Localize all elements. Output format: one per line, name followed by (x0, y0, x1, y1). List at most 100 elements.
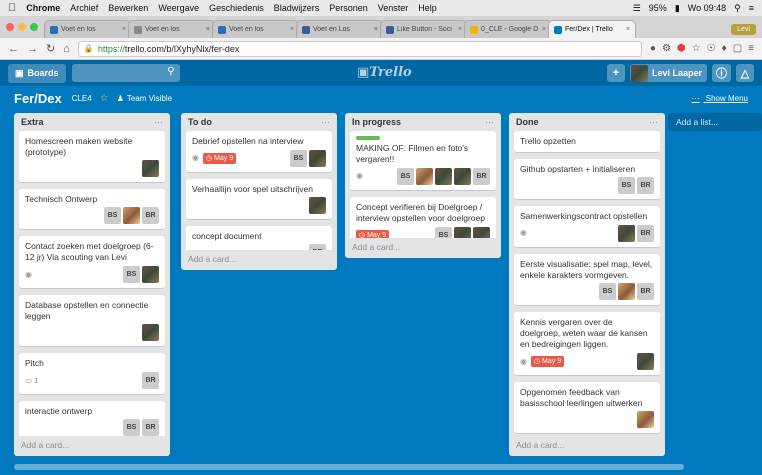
card[interactable]: concept document BR (186, 226, 332, 250)
member-initials[interactable]: BS (618, 177, 635, 195)
card[interactable]: Samenwerkingscontract opstellen ◉ BR (514, 206, 660, 249)
member-initials[interactable]: BR (142, 207, 159, 225)
close-window-button[interactable] (6, 23, 14, 31)
battery-icon[interactable]: ▮ (675, 3, 680, 14)
minimize-window-button[interactable] (18, 23, 26, 31)
boards-button[interactable]: ▣ Boards (8, 63, 66, 83)
close-tab-icon[interactable]: × (626, 26, 630, 33)
member-initials[interactable]: BR (142, 419, 159, 436)
show-menu-link[interactable]: ··· Show Menu (692, 94, 748, 103)
info-icon[interactable]: ⓘ (712, 64, 731, 82)
add-button[interactable]: + (606, 64, 625, 82)
browser-tab[interactable]: 0_CLE - Google D × (464, 20, 552, 38)
card[interactable]: Homescreen maken website (prototype) (19, 131, 165, 184)
card[interactable]: Opgenomen feedback van basisschool leerl… (514, 382, 660, 435)
card[interactable]: Database opstellen en connectie leggen (19, 295, 165, 348)
settings-icon[interactable]: ⚙ (662, 43, 671, 54)
list-title[interactable]: In progress (352, 117, 401, 127)
member-avatar[interactable] (123, 207, 140, 225)
member-avatar[interactable] (142, 324, 159, 342)
chrome-profile-button[interactable]: Levi (731, 24, 756, 35)
card[interactable]: Pitch ▭ 1 BR (19, 353, 165, 396)
add-card-button[interactable]: Add a card... (509, 436, 665, 456)
close-tab-icon[interactable]: × (122, 26, 126, 33)
menu-item[interactable]: Geschiedenis (209, 3, 264, 13)
member-initials[interactable]: BS (290, 150, 307, 168)
member-initials[interactable]: BS (397, 168, 414, 186)
horizontal-scrollbar[interactable] (0, 460, 762, 475)
close-tab-icon[interactable]: × (206, 26, 210, 33)
add-card-button[interactable]: Add a card... (14, 436, 170, 456)
member-avatar[interactable] (473, 227, 490, 238)
extension-icon[interactable]: ▢ (733, 43, 742, 54)
home-icon[interactable]: ⌂ (63, 43, 70, 55)
clock[interactable]: Wo 09:48 (688, 3, 726, 13)
back-arrow-icon[interactable]: ← (8, 43, 19, 55)
zoom-window-button[interactable] (30, 23, 38, 31)
list-menu-icon[interactable]: ··· (154, 117, 163, 127)
menu-item[interactable]: Personen (329, 3, 368, 13)
list-title[interactable]: Done (516, 117, 539, 127)
user-menu[interactable]: Levi Laaper (629, 64, 707, 82)
trello-logo[interactable]: ▣Trello (357, 65, 412, 80)
extension-icon[interactable]: ♦ (722, 43, 727, 54)
chrome-menu-icon[interactable]: ≡ (748, 43, 754, 54)
card[interactable]: interactie ontwerp BS BR (19, 401, 165, 436)
menu-item[interactable]: Weergave (158, 3, 199, 13)
browser-tab[interactable]: Voet en los × (44, 20, 132, 38)
scrollbar-thumb[interactable] (14, 464, 684, 470)
browser-tab[interactable]: Fer/Dex | Trello × (548, 20, 636, 38)
card[interactable]: Eerste visualisatie: spel map, level, en… (514, 254, 660, 307)
member-initials[interactable]: BS (435, 227, 452, 238)
member-avatar[interactable] (309, 150, 326, 168)
list-menu-icon[interactable]: ··· (321, 117, 330, 127)
spotlight-search-icon[interactable]: ⚲ (734, 3, 741, 14)
member-avatar[interactable] (142, 160, 159, 178)
adblock-icon[interactable]: ⬢ (677, 43, 686, 54)
member-avatar[interactable] (309, 197, 326, 215)
card[interactable]: Trello opzetten (514, 131, 660, 154)
menu-item[interactable]: Venster (378, 3, 409, 13)
close-tab-icon[interactable]: × (374, 26, 378, 33)
wifi-icon[interactable]: ☰ (633, 3, 641, 14)
member-initials[interactable]: BR (637, 283, 654, 301)
browser-tab[interactable]: Like Button - Soci × (380, 20, 468, 38)
close-tab-icon[interactable]: × (542, 26, 546, 33)
member-avatar[interactable] (637, 411, 654, 429)
browser-tab[interactable]: Voet en los × (128, 20, 216, 38)
menu-item[interactable]: Bewerken (108, 3, 148, 13)
visibility-button[interactable]: ♟ Team Visible (117, 94, 172, 103)
search-input[interactable]: ⚲ (71, 64, 180, 82)
menu-item[interactable]: Bladwijzers (274, 3, 320, 13)
member-avatar[interactable] (637, 353, 654, 371)
member-avatar[interactable] (416, 168, 433, 186)
board-team[interactable]: CLE4 (72, 94, 92, 103)
url-input[interactable]: 🔒 https:// trello.com/b/lXyhyNlx/fer-dex (77, 40, 642, 57)
member-initials[interactable]: BR (473, 168, 490, 186)
member-avatar[interactable] (454, 227, 471, 238)
board-title[interactable]: Fer/Dex (14, 91, 62, 106)
close-tab-icon[interactable]: × (290, 26, 294, 33)
list-header[interactable]: To do ··· (181, 113, 337, 131)
forward-arrow-icon[interactable]: → (27, 43, 38, 55)
list-menu-icon[interactable]: ··· (649, 117, 658, 127)
member-initials[interactable]: BS (123, 266, 140, 284)
card[interactable]: Concept verifieren bij Doelgroep / inter… (350, 197, 496, 238)
list-menu-icon[interactable]: ··· (485, 117, 494, 127)
member-initials[interactable]: BR (142, 372, 159, 390)
member-avatar[interactable] (454, 168, 471, 186)
browser-tab[interactable]: Voet en Los × (296, 20, 384, 38)
member-avatar[interactable] (435, 168, 452, 186)
member-avatar[interactable] (142, 266, 159, 284)
list-title[interactable]: To do (188, 117, 212, 127)
card[interactable]: Debrief opstellen na interview ◉ ◷ May 9 BS (186, 131, 332, 174)
star-icon[interactable]: ☆ (100, 93, 109, 104)
card[interactable]: Verhaallijn voor spel uitschrijven (186, 179, 332, 221)
extension-icon[interactable]: ☉ (707, 43, 716, 54)
notifications-bell-icon[interactable]: △ (736, 64, 754, 82)
member-initials[interactable]: BR (309, 244, 326, 250)
extension-icon[interactable]: ● (650, 43, 656, 54)
apple-icon[interactable]:  (8, 2, 16, 14)
card[interactable]: Kennis vergaren over de doelgroep, weten… (514, 312, 660, 377)
list-header[interactable]: In progress ··· (345, 113, 501, 131)
